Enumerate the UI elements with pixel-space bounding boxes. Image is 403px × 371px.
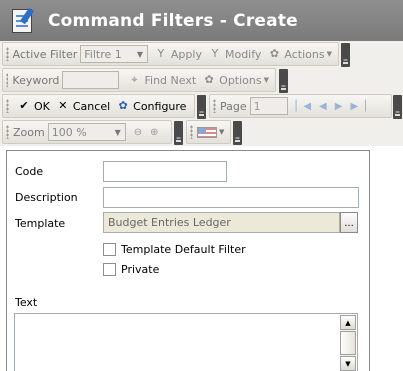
- funnel-edit-icon: Y: [211, 47, 219, 60]
- chevron-down-icon[interactable]: ▼: [219, 128, 224, 136]
- toolbar-overflow-button[interactable]: [197, 95, 206, 119]
- actions-button[interactable]: ✿ Actions ▼: [267, 47, 332, 61]
- description-label: Description: [15, 191, 78, 204]
- private-checkbox[interactable]: Private: [103, 263, 159, 276]
- configure-button[interactable]: ✿ Configure: [116, 99, 187, 113]
- funnel-check-icon: Y: [157, 47, 165, 60]
- scroll-down-icon[interactable]: ▼: [340, 356, 356, 371]
- configure-label: Configure: [133, 99, 187, 113]
- toolbar-grip[interactable]: [6, 99, 9, 113]
- previous-page-icon[interactable]: ◀: [319, 101, 327, 112]
- chevron-down-icon: ▼: [326, 50, 332, 58]
- zoom-select[interactable]: 100 % ▼: [47, 123, 126, 141]
- gear-icon: ✿: [269, 47, 280, 60]
- checkbox-box[interactable]: [103, 263, 116, 276]
- binoculars-icon: ⌖: [131, 73, 138, 86]
- cancel-button[interactable]: ✕ Cancel: [56, 99, 110, 113]
- code-field[interactable]: [103, 161, 227, 182]
- template-field[interactable]: Budget Entries Ledger: [103, 212, 340, 233]
- modify-label: Modify: [224, 47, 262, 61]
- close-icon: ✕: [58, 99, 68, 112]
- command-toolbar: ✔ OK ✕ Cancel ✿ Configure: [2, 94, 195, 118]
- zoom-in-icon[interactable]: ⊕: [150, 127, 158, 138]
- command-filters-icon: [8, 6, 38, 36]
- active-filter-select[interactable]: Filtre 1 ▼: [80, 45, 148, 63]
- active-filter-label: Active Filter: [12, 47, 78, 61]
- toolbar-overflow-button[interactable]: [279, 69, 288, 93]
- template-default-filter-label: Template Default Filter: [121, 243, 246, 256]
- checkbox-box[interactable]: [103, 243, 116, 256]
- template-default-filter-checkbox[interactable]: Template Default Filter: [103, 243, 246, 256]
- toolbar-grip[interactable]: [6, 73, 9, 87]
- text-label: Text: [15, 296, 38, 309]
- language-toolbar: ▼: [186, 120, 231, 144]
- text-area[interactable]: ▲ ▼: [14, 313, 358, 371]
- checkmark-icon: ✔: [19, 99, 29, 112]
- apply-button[interactable]: Y Apply: [154, 47, 202, 61]
- toolbar-grip[interactable]: [213, 99, 216, 113]
- toolbar-overflow-button[interactable]: [341, 43, 350, 67]
- ok-button[interactable]: ✔ OK: [17, 99, 50, 113]
- options-label: Options: [219, 73, 262, 87]
- toolbar-area: Active Filter Filtre 1 ▼ Y Apply Y Modif…: [0, 41, 403, 146]
- template-browse-button[interactable]: ...: [340, 212, 358, 233]
- filter-toolbar: Active Filter Filtre 1 ▼ Y Apply Y Modif…: [2, 42, 339, 66]
- keyword-label: Keyword: [12, 73, 60, 87]
- zoom-out-icon[interactable]: ⊖: [134, 127, 142, 138]
- zoom-label: Zoom: [13, 125, 45, 139]
- toolbar-overflow-button[interactable]: [393, 95, 402, 119]
- ok-label: OK: [34, 99, 50, 113]
- chevron-down-icon: ▼: [114, 127, 121, 137]
- keyword-input[interactable]: [62, 71, 120, 89]
- find-next-label: Find Next: [144, 73, 197, 87]
- chevron-down-icon: ▼: [136, 49, 143, 59]
- window-title: Command Filters - Create: [48, 10, 298, 31]
- text-area-scrollbar[interactable]: ▲ ▼: [340, 315, 356, 371]
- description-field[interactable]: [103, 187, 359, 208]
- zoom-value: 100 %: [51, 125, 87, 139]
- last-page-icon[interactable]: ▶▕: [350, 101, 365, 112]
- zoom-toolbar: Zoom 100 % ▼ ⊖ ⊕: [2, 120, 172, 144]
- cancel-label: Cancel: [72, 99, 111, 113]
- toolbar-grip[interactable]: [6, 47, 9, 61]
- first-page-icon[interactable]: ▏◀: [296, 101, 311, 112]
- page-toolbar: Page 1 ▏◀ ◀ ▶ ▶▕: [209, 94, 392, 118]
- toolbar-overflow-button[interactable]: [174, 121, 183, 145]
- toolbar-overflow-button[interactable]: [233, 121, 242, 145]
- search-toolbar: Keyword ⌖ Find Next ✿ Options ▼: [2, 68, 276, 92]
- options-button[interactable]: ✿ Options ▼: [202, 73, 269, 87]
- toolbar-grip[interactable]: [190, 125, 193, 139]
- gear-icon: ✿: [204, 73, 214, 86]
- filter-form-panel: Code Description Template Budget Entries…: [6, 150, 370, 371]
- gear-icon: ✿: [118, 99, 128, 112]
- us-flag-icon[interactable]: [197, 126, 217, 138]
- private-label: Private: [121, 263, 160, 276]
- toolbar-grip[interactable]: [6, 125, 9, 139]
- active-filter-value: Filtre 1: [84, 47, 122, 61]
- next-page-icon[interactable]: ▶: [335, 101, 343, 112]
- actions-label: Actions: [284, 47, 325, 61]
- scroll-up-icon[interactable]: ▲: [340, 315, 356, 330]
- chevron-down-icon: ▼: [263, 76, 269, 84]
- modify-button[interactable]: Y Modify: [208, 47, 262, 61]
- find-next-button[interactable]: ⌖ Find Next: [127, 73, 196, 87]
- title-bar: Command Filters - Create: [0, 0, 403, 41]
- scrollbar-thumb[interactable]: [340, 331, 356, 355]
- template-label: Template: [15, 217, 66, 230]
- page-label: Page: [220, 99, 247, 113]
- apply-label: Apply: [170, 47, 202, 61]
- code-label: Code: [15, 165, 44, 178]
- page-input[interactable]: 1: [249, 97, 288, 115]
